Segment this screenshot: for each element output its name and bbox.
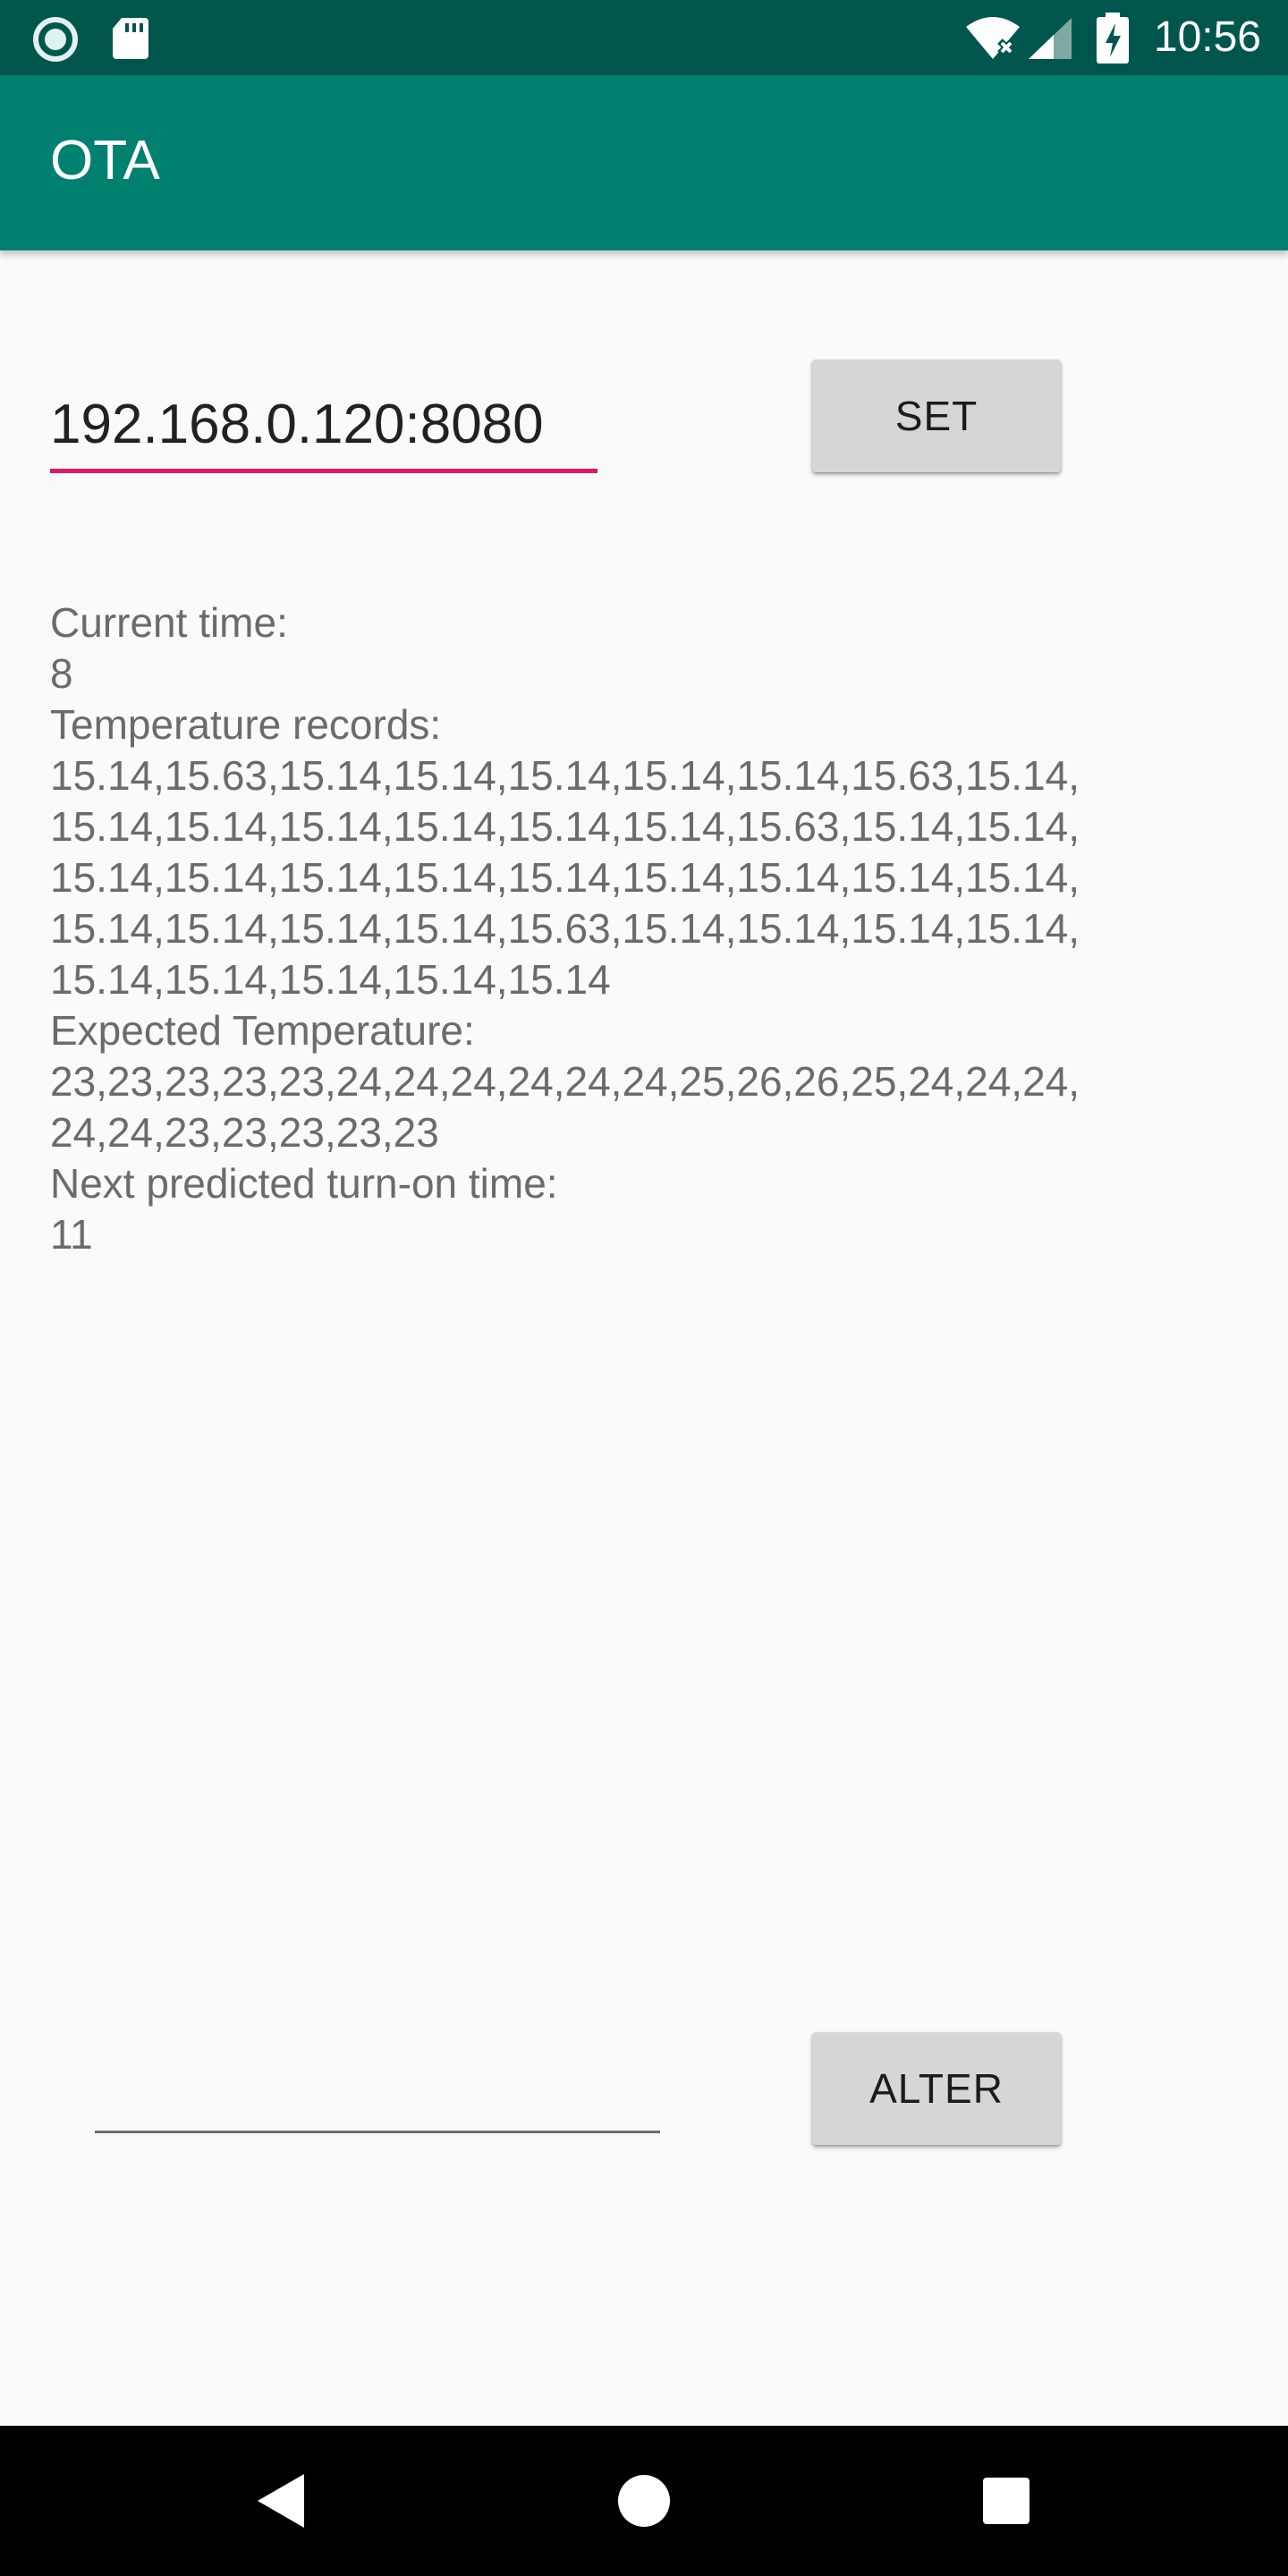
server-url-field[interactable]	[50, 376, 597, 473]
cell-signal-icon	[1027, 16, 1073, 65]
app-screen: 10:56 OTA SET Current time: 8 Temperatur…	[0, 0, 1288, 2576]
recents-icon	[934, 2478, 1077, 2576]
status-bar: 10:56	[0, 0, 1288, 75]
home-icon	[572, 2475, 716, 2576]
set-button[interactable]: SET	[812, 360, 1061, 472]
navigation-bar	[0, 2426, 1288, 2576]
temperature-records-value: 15.14,15.63,15.14,15.14,15.14,15.14,15.1…	[50, 752, 1080, 1003]
circle-notification-icon	[32, 16, 79, 67]
info-text: Current time: 8 Temperature records: 15.…	[50, 597, 1088, 1260]
status-time: 10:56	[1153, 13, 1261, 61]
sd-card-icon	[111, 16, 150, 65]
alter-button[interactable]: ALTER	[812, 2032, 1061, 2145]
back-icon	[209, 2474, 352, 2576]
wifi-off-icon	[964, 14, 1021, 65]
back-button[interactable]	[209, 2426, 352, 2576]
next-turn-on-value: 11	[50, 1211, 93, 1258]
home-button[interactable]	[572, 2426, 716, 2576]
app-title: OTA	[50, 130, 160, 191]
alter-input[interactable]	[95, 2050, 660, 2125]
recents-button[interactable]	[934, 2426, 1077, 2576]
temperature-records-label: Temperature records:	[50, 701, 442, 748]
app-bar: OTA	[0, 75, 1288, 250]
current-time-label: Current time:	[50, 599, 288, 646]
alter-field[interactable]	[95, 2041, 660, 2133]
expected-temperature-label: Expected Temperature:	[50, 1007, 475, 1054]
server-url-input[interactable]	[50, 385, 597, 463]
battery-charging-icon	[1095, 13, 1131, 69]
next-turn-on-label: Next predicted turn-on time:	[50, 1160, 558, 1207]
current-time-value: 8	[50, 650, 73, 697]
expected-temperature-value: 23,23,23,23,23,24,24,24,24,24,24,25,26,2…	[50, 1058, 1080, 1156]
